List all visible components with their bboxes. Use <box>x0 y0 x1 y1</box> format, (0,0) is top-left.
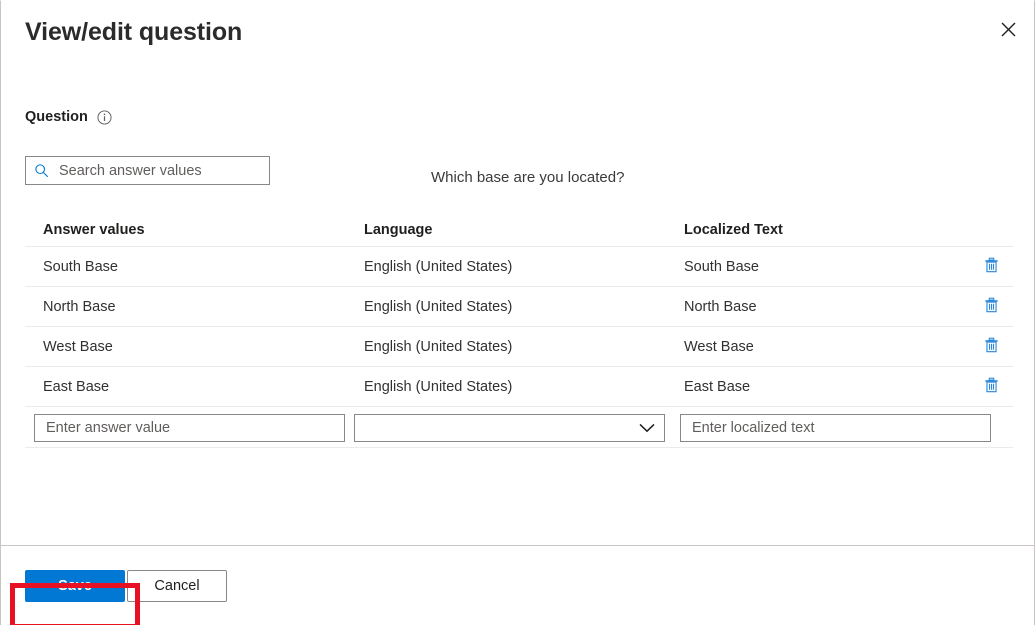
panel-header: View/edit question <box>1 1 1034 63</box>
delete-row-button[interactable] <box>979 375 1003 399</box>
trash-icon <box>983 257 1000 277</box>
column-header-language: Language <box>364 220 684 240</box>
save-button[interactable]: Save <box>25 570 125 602</box>
cell-language: English (United States) <box>364 377 684 397</box>
cell-answer-value: East Base <box>25 377 364 397</box>
question-field-row: Question <box>25 107 1010 127</box>
column-header-answer-values: Answer values <box>25 220 364 240</box>
page-title: View/edit question <box>25 15 1010 49</box>
table-row: East Base English (United States) East B… <box>25 366 1013 406</box>
panel-footer: Save Cancel <box>1 545 1034 625</box>
delete-row-button[interactable] <box>979 335 1003 359</box>
close-icon <box>1001 22 1016 37</box>
close-icon-button[interactable] <box>990 11 1026 47</box>
new-localized-text-field[interactable] <box>680 414 991 442</box>
cell-localized-text: North Base <box>684 297 969 317</box>
cell-localized-text: East Base <box>684 377 969 397</box>
trash-icon <box>983 297 1000 317</box>
answer-values-table: Answer values Language Localized Text So… <box>25 214 1013 448</box>
table-row: West Base English (United States) West B… <box>25 326 1013 366</box>
cell-answer-value: West Base <box>25 337 364 357</box>
cell-actions <box>969 375 1013 399</box>
cell-localized-text: South Base <box>684 257 969 277</box>
chevron-down-icon <box>639 423 655 433</box>
cancel-button[interactable]: Cancel <box>127 570 227 602</box>
view-edit-question-panel: View/edit question Question Which base a… <box>0 0 1035 625</box>
trash-icon <box>983 377 1000 397</box>
cell-language: English (United States) <box>364 257 684 277</box>
trash-icon <box>983 337 1000 357</box>
new-localized-text-input[interactable] <box>690 415 981 441</box>
cell-actions <box>969 335 1013 359</box>
info-icon[interactable] <box>97 110 112 125</box>
new-answer-value-row <box>25 406 1013 448</box>
delete-row-button[interactable] <box>979 255 1003 279</box>
search-input[interactable] <box>57 157 261 184</box>
cell-language: English (United States) <box>364 337 684 357</box>
question-label: Question <box>25 107 88 127</box>
delete-row-button[interactable] <box>979 295 1003 319</box>
cell-localized-text: West Base <box>684 337 969 357</box>
cell-actions <box>969 255 1013 279</box>
cell-answer-value: North Base <box>25 297 364 317</box>
new-answer-value-field[interactable] <box>34 414 345 442</box>
search-answer-values-box[interactable] <box>25 156 270 185</box>
new-language-select[interactable] <box>354 414 665 442</box>
question-text: Which base are you located? <box>431 168 624 188</box>
table-row: North Base English (United States) North… <box>25 286 1013 326</box>
table-header-row: Answer values Language Localized Text <box>25 214 1013 246</box>
column-header-localized-text: Localized Text <box>684 220 969 240</box>
cell-actions <box>969 295 1013 319</box>
cell-language: English (United States) <box>364 297 684 317</box>
search-icon <box>34 163 49 178</box>
panel-body: Question Which base are you located? <box>1 63 1034 545</box>
table-row: South Base English (United States) South… <box>25 246 1013 286</box>
new-answer-value-input[interactable] <box>44 415 335 441</box>
cell-answer-value: South Base <box>25 257 364 277</box>
